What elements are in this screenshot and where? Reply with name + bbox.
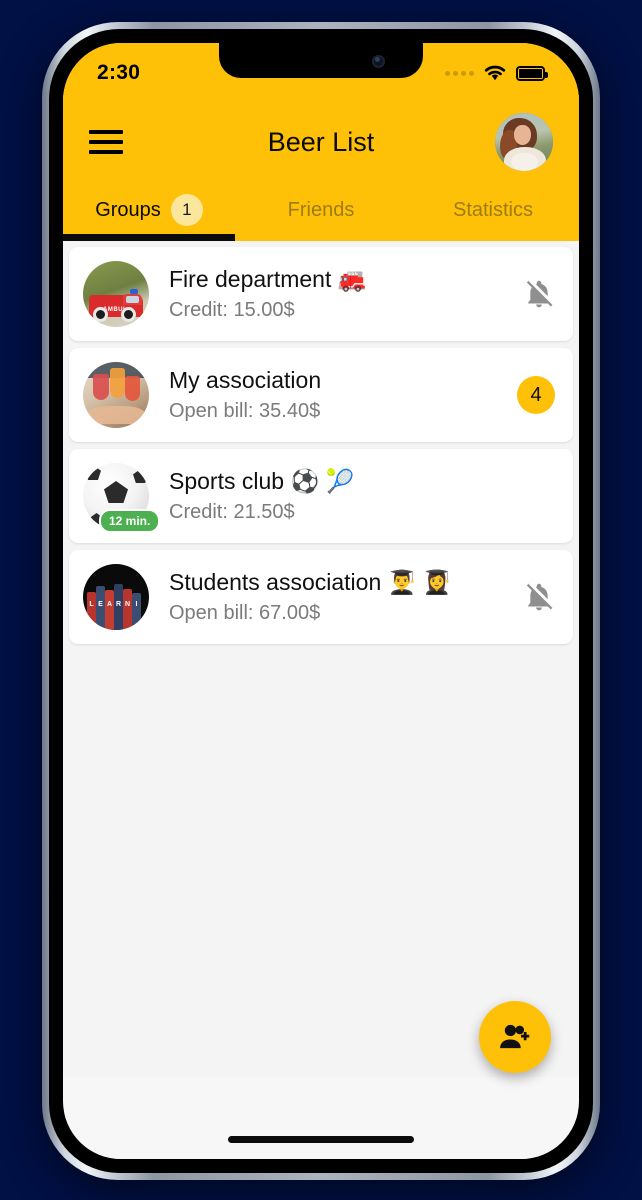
group-title: Fire department 🚒	[169, 266, 367, 293]
battery-full-icon	[516, 65, 548, 81]
table-row[interactable]: AMBUL Fire department 🚒 Credit: 15.00$	[69, 247, 573, 341]
trailing-placeholder	[517, 477, 555, 515]
time-badge: 12 min.	[99, 509, 161, 533]
group-text: Fire department 🚒 Credit: 15.00$	[149, 266, 523, 322]
avatar[interactable]	[495, 113, 553, 171]
tab-friends-label: Friends	[287, 198, 355, 221]
group-title: My association	[169, 367, 322, 394]
group-text: My association Open bill: 35.40$	[149, 367, 517, 423]
tab-groups-label: Groups	[95, 198, 161, 221]
table-row[interactable]: L E A R N I Students association 👨‍🎓 👩‍🎓…	[69, 550, 573, 644]
group-avatar-students-association: L E A R N I	[83, 564, 149, 630]
group-title: Students association 👨‍🎓 👩‍🎓	[169, 569, 452, 596]
person-add-icon	[500, 1024, 530, 1049]
tab-statistics-label: Statistics	[452, 198, 534, 221]
add-group-button[interactable]	[479, 1001, 551, 1073]
phone-screen: 2:30 Beer List Groups 1 Friends Statisti…	[63, 43, 579, 1159]
tab-bar: Groups 1 Friends Statistics	[63, 179, 579, 241]
group-list[interactable]: AMBUL Fire department 🚒 Credit: 15.00$ M…	[63, 241, 579, 1077]
group-subtitle: Open bill: 35.40$	[169, 399, 321, 422]
table-row[interactable]: My association Open bill: 35.40$ 4	[69, 348, 573, 442]
home-indicator-area	[63, 1113, 579, 1159]
tab-statistics[interactable]: Statistics	[407, 179, 579, 241]
group-avatar-fire-department: AMBUL	[83, 261, 149, 327]
front-camera-icon	[372, 55, 385, 68]
status-badge[interactable]: 4	[517, 376, 555, 414]
bell-off-icon[interactable]	[523, 579, 555, 615]
group-subtitle: Credit: 15.00$	[169, 298, 295, 321]
group-text: Students association 👨‍🎓 👩‍🎓 Open bill: …	[149, 569, 523, 625]
table-row[interactable]: 12 min. Sports club ⚽ 🎾 Credit: 21.50$	[69, 449, 573, 543]
bell-off-icon[interactable]	[523, 276, 555, 312]
phone-bezel: 2:30 Beer List Groups 1 Friends Statisti…	[49, 29, 593, 1173]
wifi-icon	[484, 65, 506, 81]
app-bar: Beer List	[63, 105, 579, 179]
active-tab-indicator	[63, 234, 235, 241]
tab-friends[interactable]: Friends	[235, 179, 407, 241]
group-title: Sports club ⚽ 🎾	[169, 468, 355, 495]
home-indicator[interactable]	[228, 1136, 414, 1143]
group-subtitle: Credit: 21.50$	[169, 500, 295, 523]
group-text: Sports club ⚽ 🎾 Credit: 21.50$	[149, 468, 517, 524]
signal-dots-icon	[445, 70, 474, 76]
status-clock: 2:30	[97, 61, 141, 84]
status-bar: 2:30	[63, 43, 579, 105]
group-subtitle: Open bill: 67.00$	[169, 601, 321, 624]
phone-frame: 2:30 Beer List Groups 1 Friends Statisti…	[42, 22, 600, 1180]
group-avatar-my-association	[83, 362, 149, 428]
status-indicators	[445, 61, 548, 82]
hamburger-menu-icon[interactable]	[89, 130, 123, 154]
display-notch	[219, 43, 423, 78]
tab-groups[interactable]: Groups 1	[63, 179, 235, 241]
tab-groups-badge: 1	[170, 194, 203, 226]
group-avatar-sports-club: 12 min.	[83, 463, 161, 533]
